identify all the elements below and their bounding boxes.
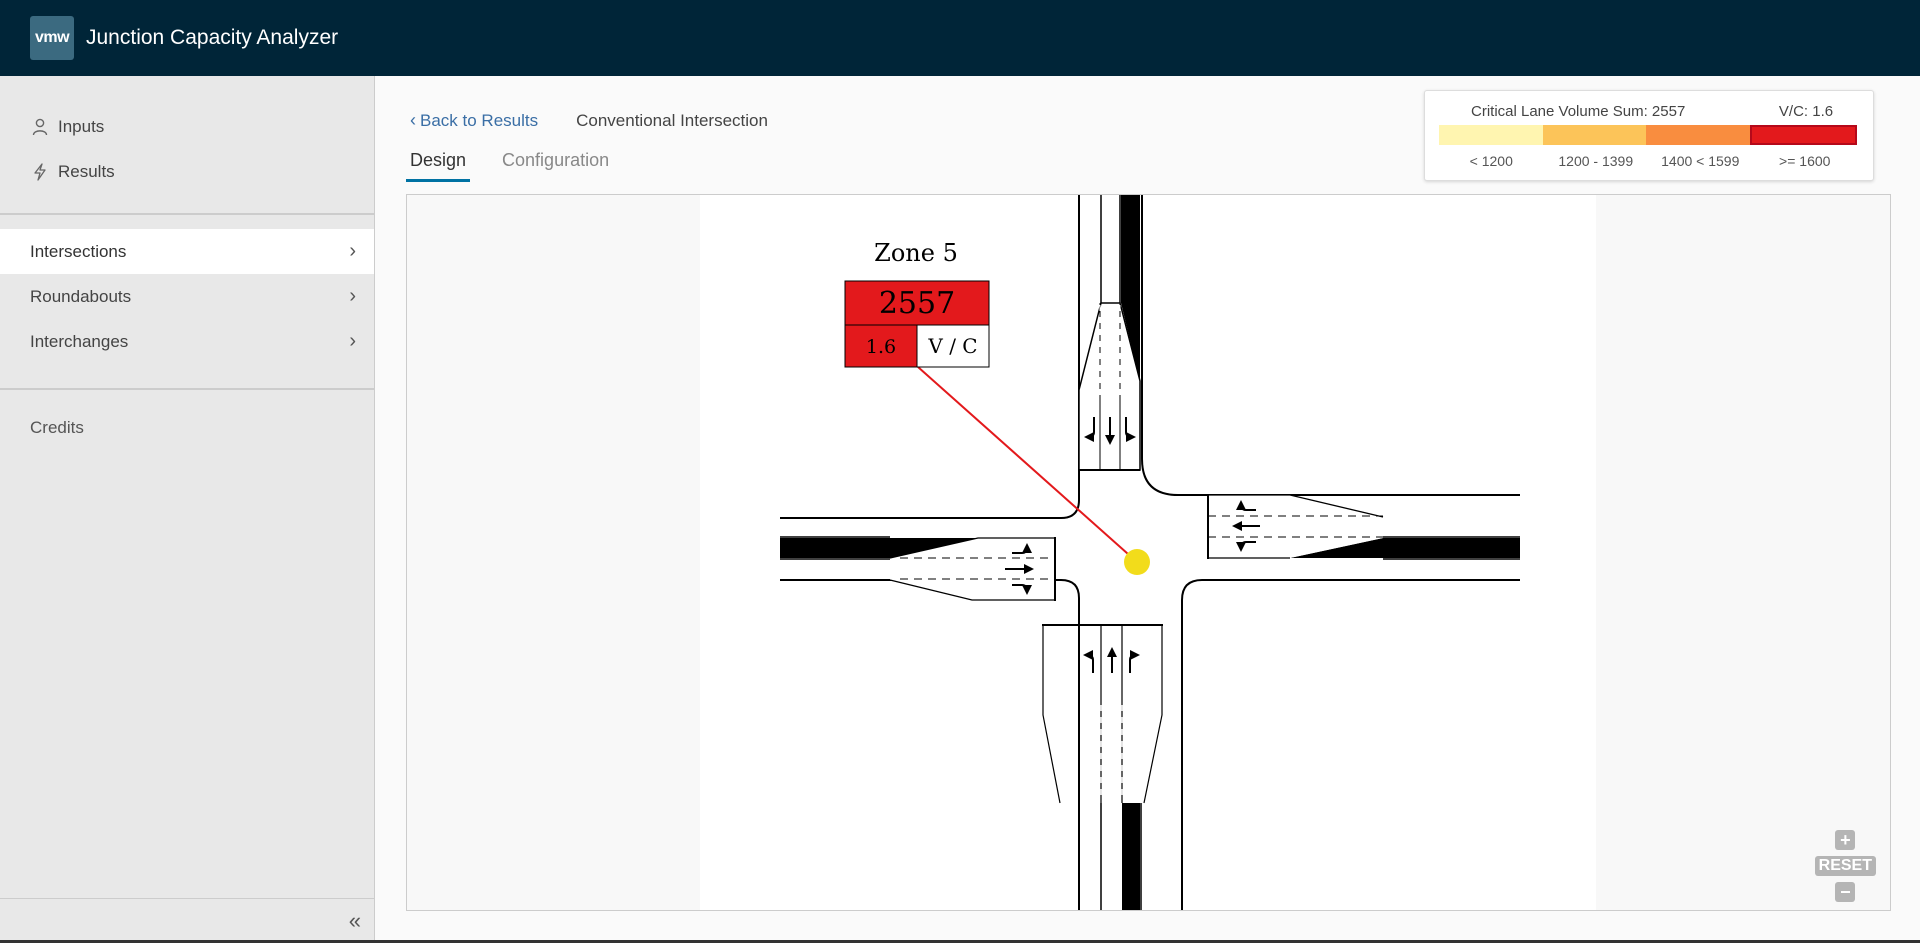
breadcrumb: ‹ Back to Results Conventional Intersect… (410, 110, 768, 131)
legend-label: 1200 - 1399 (1558, 153, 1634, 169)
sidebar-link-inputs[interactable]: Inputs (0, 104, 374, 149)
sidebar-item-interchanges[interactable]: Interchanges › (0, 319, 374, 364)
legend-color-bar (1439, 125, 1857, 145)
sidebar-item-label: Interchanges (30, 331, 129, 351)
legend-segment (1542, 125, 1646, 145)
collapse-sidebar-button[interactable]: « (0, 898, 375, 943)
zone-cls-value: 2557 (879, 286, 955, 321)
chevron-right-icon: › (349, 330, 356, 352)
zoom-controls: + RESET − (1814, 830, 1876, 902)
vc-ratio: V/C: 1.6 (1778, 103, 1834, 120)
tab-design[interactable]: Design (406, 148, 471, 182)
sidebar-link-results[interactable]: Results (0, 149, 374, 194)
sidebar-link-label: Inputs (58, 116, 105, 136)
sidebar-item-label: Intersections (30, 241, 127, 261)
legend-segment (1439, 125, 1543, 145)
zoom-out-button[interactable]: − (1835, 882, 1856, 902)
legend-label: >= 1600 (1779, 153, 1831, 169)
intersection-diagram-frame[interactable]: Zone 5 2557 1.6 V / C + RESET − (406, 194, 1891, 911)
zone-marker[interactable] (1124, 549, 1150, 575)
zone-vc-value: 1.6 (866, 336, 896, 358)
tab-configuration[interactable]: Configuration (498, 148, 613, 182)
chevron-right-icon: › (349, 285, 356, 307)
intersection-diagram: Zone 5 2557 1.6 V / C (780, 195, 1520, 910)
zone-vc-label: V / C (927, 334, 977, 358)
sidebar: Inputs Results Intersections › Roundabou… (0, 76, 375, 943)
diagram-canvas: Zone 5 2557 1.6 V / C (700, 195, 1596, 910)
sidebar-item-roundabouts[interactable]: Roundabouts › (0, 274, 374, 319)
chevron-right-icon: › (349, 240, 356, 262)
chevron-left-icon: ‹ (410, 110, 416, 130)
sidebar-link-credits[interactable]: Credits (0, 390, 374, 438)
south-approach (1042, 624, 1163, 804)
legend-labels: < 1200 1200 - 1399 1400 < 1599 >= 1600 (1439, 153, 1857, 169)
back-to-results-link[interactable]: ‹ Back to Results (410, 110, 538, 131)
main-content: ‹ Back to Results Conventional Intersect… (376, 76, 1920, 943)
back-link-label: Back to Results (420, 110, 539, 130)
sidebar-link-label: Results (58, 161, 115, 181)
sidebar-item-intersections[interactable]: Intersections › (0, 229, 374, 274)
user-icon (30, 117, 50, 137)
page-title: Conventional Intersection (576, 110, 768, 130)
app-header: vmw Junction Capacity Analyzer (0, 0, 1920, 76)
legend-segment (1749, 125, 1857, 145)
zone-title: Zone 5 (874, 239, 958, 267)
app-title: Junction Capacity Analyzer (86, 26, 339, 49)
zoom-reset-button[interactable]: RESET (1814, 856, 1876, 876)
sidebar-item-label: Roundabouts (30, 286, 132, 306)
volume-legend: Critical Lane Volume Sum: 2557 V/C: 1.6 … (1424, 90, 1874, 181)
legend-label: < 1200 (1469, 153, 1513, 169)
critical-lane-volume-sum: Critical Lane Volume Sum: 2557 (1471, 103, 1686, 120)
legend-label: 1400 < 1599 (1661, 153, 1740, 169)
tab-bar: Design Configuration (406, 148, 641, 182)
legend-segment (1646, 125, 1750, 145)
vmw-logo: vmw (30, 16, 74, 60)
double-chevron-left-icon: « (348, 908, 361, 933)
zoom-in-button[interactable]: + (1835, 830, 1856, 850)
lightning-icon (30, 162, 50, 182)
